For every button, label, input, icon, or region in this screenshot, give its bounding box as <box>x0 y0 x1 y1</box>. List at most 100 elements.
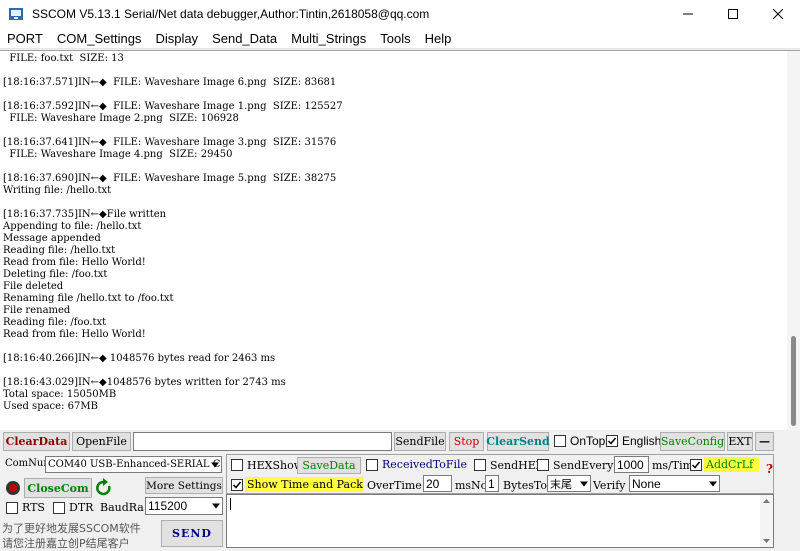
text-cursor <box>230 498 231 510</box>
log-line: Renaming file /hello.txt to /foo.txt <box>3 293 174 304</box>
menu-bar: PORT COM_Settings Display Send_Data Mult… <box>0 28 800 49</box>
dtr-label: DTR <box>69 501 94 514</box>
file-path-input[interactable] <box>133 432 392 451</box>
save-config-button[interactable]: SaveConfig <box>660 432 725 451</box>
more-settings-button[interactable]: More Settings <box>145 477 223 494</box>
close-com-button[interactable]: CloseCom <box>24 478 92 498</box>
bytes-to-label: BytesTo <box>503 479 547 492</box>
received-to-file-checkbox[interactable] <box>366 459 378 471</box>
rts-label: RTS <box>22 501 45 514</box>
hex-show-label: HEXShow <box>247 459 304 472</box>
menu-display[interactable]: Display <box>148 28 205 49</box>
chevron-down-icon <box>212 503 220 509</box>
clear-send-button[interactable]: ClearSend <box>486 432 550 451</box>
show-time-label: Show Time and Packe <box>245 477 363 492</box>
promo-text-line1[interactable]: 为了更好地发展SSCOM软件 <box>2 520 141 536</box>
receive-area[interactable]: FILE: foo.txt SIZE: 13 [18:16:37.571]IN←… <box>0 50 800 431</box>
baud-rate-label: BaudRat <box>100 501 144 514</box>
ext-button[interactable]: EXT <box>727 432 753 451</box>
log-line: Message appended <box>3 233 101 244</box>
clear-data-button[interactable]: ClearData <box>3 432 70 451</box>
log-line: FILE: Waveshare Image 4.png SIZE: 29450 <box>3 149 233 160</box>
show-time-checkbox[interactable] <box>231 479 243 491</box>
verify-select[interactable]: None <box>629 475 720 492</box>
receive-log: FILE: foo.txt SIZE: 13 [18:16:37.571]IN←… <box>3 53 783 429</box>
close-icon <box>772 9 783 19</box>
scroll-arrows-icon <box>763 499 770 543</box>
log-line: FILE: foo.txt SIZE: 13 <box>3 53 124 64</box>
send-button[interactable]: SEND <box>161 520 223 547</box>
send-every-checkbox[interactable] <box>537 459 549 471</box>
english-label: English <box>622 434 662 448</box>
send-textarea[interactable] <box>226 494 774 548</box>
send-hex-checkbox[interactable] <box>474 459 486 471</box>
log-line: [18:16:43.029]IN←◆1048576 bytes written … <box>3 377 286 388</box>
menu-tools[interactable]: Tools <box>373 28 417 49</box>
log-line: Reading file: /hello.txt <box>3 245 116 256</box>
log-line: [18:16:37.735]IN←◆File written <box>3 209 167 220</box>
overtime-label: OverTime: <box>367 479 426 492</box>
close-button[interactable] <box>755 0 800 28</box>
log-line: [18:16:37.571]IN←◆ FILE: Waveshare Image… <box>3 77 337 88</box>
minimize-button[interactable] <box>665 0 710 28</box>
com-port-select[interactable]: COM40 USB-Enhanced-SERIAL C <box>45 456 222 473</box>
verify-label: Verify <box>593 479 626 492</box>
on-top-checkbox[interactable] <box>554 435 566 447</box>
stop-button[interactable]: Stop <box>449 432 484 451</box>
bytes-to-value: 末尾 <box>550 477 572 491</box>
hex-show-checkbox[interactable] <box>231 459 243 471</box>
maximize-icon <box>727 9 738 19</box>
send-file-button[interactable]: SendFile <box>394 432 446 451</box>
chevron-down-icon <box>580 481 588 486</box>
sscom-window: SSCOM V5.13.1 Serial/Net data debugger,A… <box>0 0 800 551</box>
no-input[interactable]: 1 <box>485 475 499 492</box>
log-line: Appending to file: /hello.txt <box>3 221 142 232</box>
send-hex-label: SendHEX <box>490 459 544 472</box>
ms-tim-label: ms/Tim <box>652 459 694 472</box>
received-to-file-label: ReceivedToFile <box>382 458 468 471</box>
scrollbar-thumb[interactable] <box>791 336 796 426</box>
log-line: [18:16:37.690]IN←◆ FILE: Waveshare Image… <box>3 173 337 184</box>
maximize-button[interactable] <box>710 0 755 28</box>
log-line: File renamed <box>3 305 71 316</box>
overtime-input[interactable]: 20 <box>423 475 452 492</box>
add-crlf-checkbox[interactable] <box>690 459 702 471</box>
save-data-button[interactable]: SaveData <box>297 457 361 474</box>
menu-port[interactable]: PORT <box>0 28 50 49</box>
receive-scrollbar[interactable] <box>787 51 800 431</box>
log-line: Read from file: Hello World! <box>3 257 146 268</box>
promo-text-line2[interactable]: 请您注册嘉立创P结尾客户 <box>2 535 130 551</box>
ms-label: ms <box>455 479 472 492</box>
send-every-input[interactable]: 1000 <box>614 456 649 473</box>
collapse-button[interactable]: — <box>755 432 774 451</box>
english-checkbox[interactable] <box>606 435 618 447</box>
log-line: Deleting file: /foo.txt <box>3 269 108 280</box>
com-port-value: COM40 USB-Enhanced-SERIAL C <box>48 459 221 470</box>
send-scrollbar[interactable] <box>760 495 773 547</box>
log-line: Used space: 67MB <box>3 401 98 412</box>
chevron-down-icon <box>709 481 717 486</box>
help-mark[interactable]: ? <box>766 462 773 476</box>
log-line: [18:16:37.641]IN←◆ FILE: Waveshare Image… <box>3 137 337 148</box>
log-line: FILE: Waveshare Image 2.png SIZE: 106928 <box>3 113 239 124</box>
open-file-button[interactable]: OpenFile <box>72 432 131 451</box>
log-line: File deleted <box>3 281 64 292</box>
menu-multi-strings[interactable]: Multi_Strings <box>284 28 373 49</box>
bytes-to-select[interactable]: 末尾 <box>547 475 591 492</box>
check-icon <box>232 481 242 489</box>
window-title: SSCOM V5.13.1 Serial/Net data debugger,A… <box>32 7 430 21</box>
send-every-label: SendEvery: <box>553 459 618 472</box>
check-icon <box>607 437 617 445</box>
chevron-down-icon <box>211 462 219 467</box>
menu-help[interactable]: Help <box>418 28 459 49</box>
log-line: Total space: 15050MB <box>3 389 117 400</box>
refresh-icon[interactable] <box>95 478 113 498</box>
rts-checkbox[interactable] <box>6 502 18 514</box>
menu-send-data[interactable]: Send_Data <box>205 28 284 49</box>
dtr-checkbox[interactable] <box>53 502 65 514</box>
baud-rate-select[interactable]: 115200 <box>145 497 223 515</box>
menu-com-settings[interactable]: COM_Settings <box>50 28 149 49</box>
